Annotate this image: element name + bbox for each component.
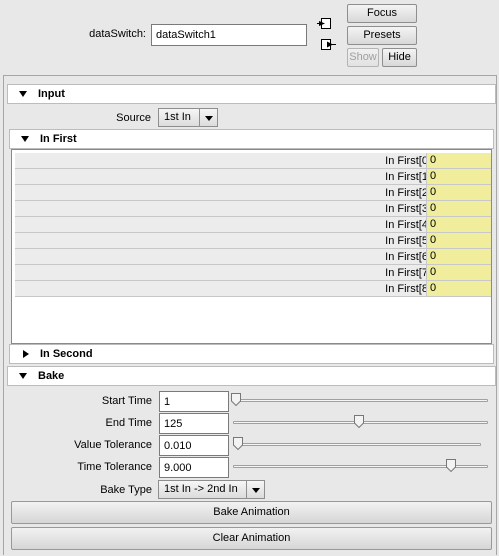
array-item-label: In First[0] xyxy=(385,155,431,167)
array-item-label: In First[2] xyxy=(385,187,431,199)
bake-type-value: 1st In -> 2nd In xyxy=(164,483,238,495)
array-item-label: In First[7] xyxy=(385,267,431,279)
bake-type-dropdown[interactable]: 1st In -> 2nd In xyxy=(158,480,265,499)
slider-thumb-icon[interactable] xyxy=(231,393,241,406)
collapse-triangle-icon xyxy=(21,136,29,142)
value-tolerance-slider-track[interactable] xyxy=(233,443,481,446)
hide-button[interactable]: Hide xyxy=(382,48,417,67)
focus-button[interactable]: Focus xyxy=(347,4,417,23)
array-item-value[interactable]: 0 xyxy=(426,233,491,248)
source-dropdown[interactable]: 1st In xyxy=(158,108,218,127)
dropdown-arrow-icon xyxy=(252,488,260,493)
list-item[interactable]: In First[2] 0 xyxy=(15,185,491,201)
array-item-value[interactable]: 0 xyxy=(426,217,491,232)
section-title: In First xyxy=(40,133,77,145)
list-item[interactable]: In First[7] 0 xyxy=(15,265,491,281)
array-item-value[interactable]: 0 xyxy=(426,169,491,184)
slider-thumb-icon[interactable] xyxy=(233,437,243,450)
array-item-value[interactable]: 0 xyxy=(426,201,491,216)
bake-type-label: Bake Type xyxy=(100,484,152,496)
slider-thumb-icon[interactable] xyxy=(446,459,456,472)
collapse-triangle-icon xyxy=(19,373,27,379)
list-item[interactable]: In First[1] 0 xyxy=(15,169,491,185)
in-first-array-list[interactable]: In First[0] 0 In First[1] 0 In First[2] … xyxy=(11,149,492,344)
source-label: Source xyxy=(116,112,151,124)
array-item-label: In First[4] xyxy=(385,219,431,231)
array-item-value[interactable]: 0 xyxy=(426,265,491,280)
end-time-label: End Time xyxy=(105,417,152,429)
section-title: Input xyxy=(38,88,65,100)
input-connection-icon[interactable] xyxy=(317,16,333,32)
array-item-label: In First[5] xyxy=(385,235,431,247)
list-item[interactable]: In First[4] 0 xyxy=(15,217,491,233)
start-time-field[interactable] xyxy=(159,391,229,412)
dropdown-arrow-icon xyxy=(205,116,213,121)
array-item-label: In First[1] xyxy=(385,171,431,183)
node-name-input[interactable] xyxy=(151,24,307,46)
bake-animation-button[interactable]: Bake Animation xyxy=(11,501,492,524)
time-tolerance-label: Time Tolerance xyxy=(77,461,152,473)
list-item[interactable]: In First[3] 0 xyxy=(15,201,491,217)
section-header-bake[interactable]: Bake xyxy=(7,366,496,386)
clear-animation-button[interactable]: Clear Animation xyxy=(11,527,492,550)
start-time-slider-track[interactable] xyxy=(233,399,488,402)
value-tolerance-field[interactable] xyxy=(159,435,229,456)
source-value: 1st In xyxy=(164,111,191,123)
array-item-label: In First[3] xyxy=(385,203,431,215)
section-title: Bake xyxy=(38,370,65,382)
show-button[interactable]: Show xyxy=(347,48,379,67)
section-header-in-first[interactable]: In First xyxy=(9,129,494,149)
array-item-value[interactable]: 0 xyxy=(426,249,491,264)
array-item-label: In First[6] xyxy=(385,251,431,263)
list-item[interactable]: In First[5] 0 xyxy=(15,233,491,249)
section-title: In Second xyxy=(40,348,93,360)
collapse-triangle-icon xyxy=(19,91,27,97)
output-connection-icon[interactable] xyxy=(319,37,337,53)
expand-triangle-icon xyxy=(23,350,29,358)
list-item[interactable]: In First[8] 0 xyxy=(15,281,491,297)
section-header-in-second[interactable]: In Second xyxy=(9,344,494,364)
array-item-value[interactable]: 0 xyxy=(426,185,491,200)
slider-thumb-icon[interactable] xyxy=(354,415,364,428)
value-tolerance-label: Value Tolerance xyxy=(74,439,152,451)
array-item-value[interactable]: 0 xyxy=(426,281,491,296)
list-item[interactable]: In First[6] 0 xyxy=(15,249,491,265)
node-name-label: dataSwitch: xyxy=(89,28,146,40)
array-item-value[interactable]: 0 xyxy=(426,153,491,168)
time-tolerance-field[interactable] xyxy=(159,457,229,478)
presets-button[interactable]: Presets xyxy=(347,26,417,45)
end-time-field[interactable] xyxy=(159,413,229,434)
list-item[interactable]: In First[0] 0 xyxy=(15,153,491,169)
start-time-label: Start Time xyxy=(101,395,152,407)
array-item-label: In First[8] xyxy=(385,283,431,295)
section-header-input[interactable]: Input xyxy=(7,84,496,104)
